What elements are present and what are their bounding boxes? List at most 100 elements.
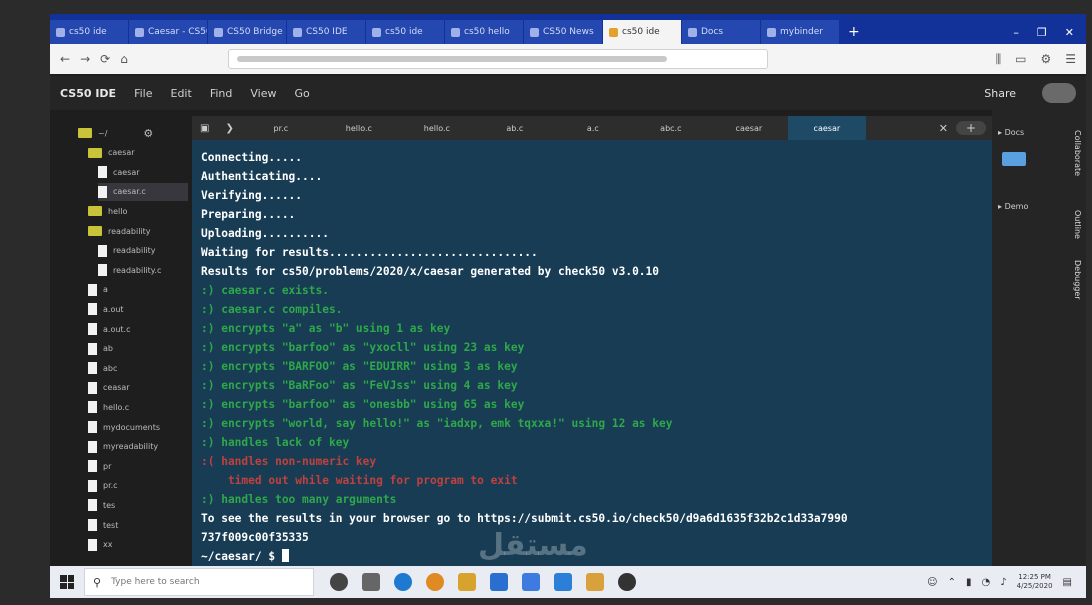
tree-file[interactable]: ab <box>88 340 188 358</box>
menu-icon[interactable]: ☰ <box>1065 52 1076 67</box>
browser-tab[interactable]: CS50 News <box>524 20 602 44</box>
menu-find[interactable]: Find <box>210 87 233 100</box>
windows-start-icon[interactable] <box>60 575 74 589</box>
file-icon <box>88 381 97 394</box>
vtab-outline[interactable]: Outline <box>1073 210 1082 239</box>
browser-tab[interactable]: cs50 ide <box>603 20 681 44</box>
tree-file[interactable]: xx <box>88 536 188 554</box>
cortana-icon[interactable] <box>330 573 348 591</box>
tree-file[interactable]: readability.c <box>98 261 188 279</box>
add-tab-icon[interactable]: + <box>955 121 986 135</box>
terminal-icon[interactable]: ❯ <box>217 123 241 134</box>
browser-tab-label: Caesar - CS50 <box>148 27 207 37</box>
editor-tab[interactable]: caesar <box>710 116 788 140</box>
tree-file[interactable]: caesar <box>98 163 188 181</box>
file-icon <box>88 283 97 296</box>
edge-icon[interactable] <box>394 573 412 591</box>
sidebar-icon[interactable]: ▭ <box>1015 52 1026 67</box>
tree-file[interactable]: a.out <box>88 300 188 318</box>
tree-file[interactable]: a <box>88 281 188 299</box>
home-icon[interactable]: ⌂ <box>120 52 128 66</box>
demo-section-header[interactable]: ▸ Demo <box>998 202 1028 211</box>
tree-folder[interactable]: ~/ ⚙ <box>78 124 188 142</box>
tree-folder[interactable]: hello <box>88 202 188 220</box>
tree-file[interactable]: mydocuments <box>88 418 188 436</box>
tree-file[interactable]: test <box>88 516 188 534</box>
media-icon[interactable] <box>618 573 636 591</box>
notifications-icon[interactable]: ▤ <box>1063 577 1072 588</box>
people-icon[interactable]: ☺ <box>927 577 937 588</box>
firefox-icon[interactable] <box>426 573 444 591</box>
tree-file[interactable]: tes <box>88 496 188 514</box>
extensions-icon[interactable]: ⚙ <box>1040 52 1051 67</box>
battery-icon[interactable]: ▮ <box>966 577 972 588</box>
browser-tab[interactable]: Caesar - CS50 <box>129 20 207 44</box>
docs-section-header[interactable]: ▸ Docs <box>998 128 1024 137</box>
terminal-output[interactable]: Connecting..... Authenticating.... Verifyi… <box>192 140 992 566</box>
editor-tab[interactable]: hello.c <box>398 116 476 140</box>
tree-file[interactable]: hello.c <box>88 398 188 416</box>
terminal-prompt-line[interactable]: ~/caesar/ $ <box>201 547 983 566</box>
tree-file[interactable]: caesar.c <box>98 182 188 201</box>
editor-tab[interactable]: pr.c <box>242 116 320 140</box>
tree-item-label: pr <box>103 461 112 471</box>
file-explorer-icon[interactable] <box>458 573 476 591</box>
library-icon[interactable]: ⫼ <box>996 52 1002 67</box>
editor-tab[interactable]: a.c <box>554 116 632 140</box>
taskbar-clock[interactable]: 12:25 PM 4/25/2020 <box>1017 573 1053 591</box>
gear-icon[interactable]: ⚙ <box>143 127 153 140</box>
folder-icon[interactable]: ▣ <box>192 123 217 134</box>
file-icon <box>88 323 97 335</box>
forward-icon[interactable]: → <box>80 52 90 66</box>
close-icon[interactable]: ✕ <box>1065 26 1074 39</box>
task-view-icon[interactable] <box>362 573 380 591</box>
tree-file[interactable]: pr <box>88 457 188 475</box>
network-icon[interactable]: ◔ <box>982 577 991 588</box>
app-icon[interactable] <box>586 573 604 591</box>
vtab-debugger[interactable]: Debugger <box>1073 260 1082 300</box>
menu-view[interactable]: View <box>250 87 276 100</box>
mail-icon[interactable] <box>522 573 540 591</box>
share-button[interactable]: Share <box>984 87 1016 100</box>
taskbar-search[interactable]: ⚲ <box>84 568 314 596</box>
menu-file[interactable]: File <box>134 87 152 100</box>
search-input[interactable] <box>109 576 294 588</box>
tree-folder[interactable]: caesar <box>88 144 188 162</box>
editor-tab[interactable]: ab.c <box>476 116 554 140</box>
vscode-icon[interactable] <box>554 573 572 591</box>
new-tab-button[interactable]: + <box>840 20 868 44</box>
tree-file[interactable]: myreadability <box>88 438 188 456</box>
browser-tab[interactable]: cs50 ide <box>366 20 444 44</box>
maximize-icon[interactable]: ❐ <box>1037 26 1047 39</box>
browser-tab[interactable]: Docs <box>682 20 760 44</box>
editor-tab[interactable]: hello.c <box>320 116 398 140</box>
menu-go[interactable]: Go <box>294 87 309 100</box>
store-icon[interactable] <box>490 573 508 591</box>
minimize-icon[interactable]: – <box>1013 26 1019 39</box>
vtab-collaborate[interactable]: Collaborate <box>1073 130 1082 176</box>
browser-tab[interactable]: cs50 hello <box>445 20 523 44</box>
tree-file[interactable]: pr.c <box>88 477 188 495</box>
back-icon[interactable]: ← <box>60 52 70 66</box>
chevron-up-icon[interactable]: ⌃ <box>948 577 956 588</box>
editor-tab[interactable]: abc.c <box>632 116 710 140</box>
browser-tab[interactable]: cs50 ide <box>50 20 128 44</box>
tree-file[interactable]: abc <box>88 359 188 377</box>
browser-tab[interactable]: CS50 IDE <box>287 20 365 44</box>
menu-edit[interactable]: Edit <box>171 87 192 100</box>
status-chip[interactable] <box>1002 152 1026 166</box>
favicon-icon <box>530 27 539 37</box>
tree-folder[interactable]: readability <box>88 222 188 240</box>
avatar[interactable] <box>1042 83 1076 103</box>
editor-tab[interactable]: caesar <box>787 116 866 140</box>
volume-icon[interactable]: ♪ <box>1000 577 1006 588</box>
tree-file[interactable]: ceasar <box>88 379 188 397</box>
browser-tab[interactable]: CS50 Bridge <box>208 20 286 44</box>
tree-file[interactable]: readability <box>98 242 188 260</box>
tree-file[interactable]: a.out.c <box>88 320 188 338</box>
close-tab-icon[interactable]: ✕ <box>931 122 956 135</box>
url-field[interactable] <box>227 49 768 69</box>
reload-icon[interactable]: ⟳ <box>100 52 110 66</box>
browser-tab[interactable]: mybinder <box>761 20 839 44</box>
favicon-icon <box>688 27 697 37</box>
